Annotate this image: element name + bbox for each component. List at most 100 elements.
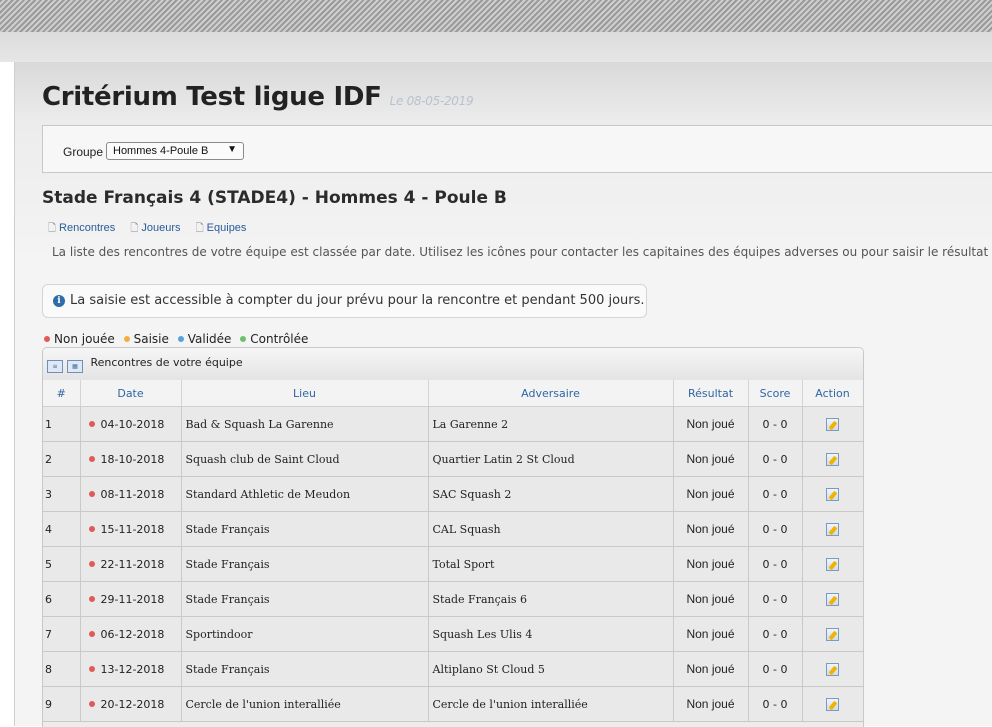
edit-result-icon[interactable] xyxy=(826,697,839,711)
cell-date-text: 22-11-2018 xyxy=(100,557,165,571)
group-select-value: Hommes 4-Poule B xyxy=(113,145,209,157)
cell-action xyxy=(802,651,863,687)
edit-result-icon[interactable] xyxy=(826,557,839,571)
cell-score: 0 - 0 xyxy=(748,406,803,442)
edit-result-icon[interactable] xyxy=(826,487,839,501)
cell-num: 6 xyxy=(43,581,81,617)
link-equipes[interactable]: 🗋 Equipes xyxy=(196,222,247,234)
cell-date-text: 06-12-2018 xyxy=(100,627,165,641)
col-lieu[interactable]: Lieu xyxy=(181,380,429,407)
cell-date: 08-11-2018 xyxy=(80,476,182,512)
red-dot-icon xyxy=(44,336,50,342)
edit-result-icon[interactable] xyxy=(826,417,839,431)
cell-lieu: Standard Athletic de Meudon xyxy=(181,476,429,512)
status-dot-icon xyxy=(88,630,95,637)
col-score[interactable]: Score xyxy=(748,380,803,407)
table-row[interactable]: 3 08-11-2018 Standard Athletic de Meudon SA… xyxy=(43,476,863,512)
cell-action xyxy=(802,616,863,652)
cell-resultat: Non joué xyxy=(673,441,749,477)
table-row[interactable]: 6 29-11-2018 Stade Français Stade Français … xyxy=(43,581,863,617)
cell-date: 04-10-2018 xyxy=(80,406,182,442)
cell-lieu: Squash club de Saint Cloud xyxy=(181,441,429,477)
cell-adversaire: Squash Les Ulis 4 xyxy=(428,616,674,652)
col-date[interactable]: Date xyxy=(80,380,182,407)
status-legend: Non jouée Saisie Validée Contrôlée xyxy=(42,332,311,346)
cell-date: 18-10-2018 xyxy=(80,441,182,477)
col-adversaire[interactable]: Adversaire xyxy=(428,380,674,407)
table-row[interactable]: 9 20-12-2018 Cercle de l'union interalliée… xyxy=(43,686,863,722)
status-dot-icon xyxy=(88,665,95,672)
status-dot-icon xyxy=(88,700,95,707)
legend-validee: Validée xyxy=(176,332,231,346)
cell-lieu: Cercle de l'union interalliée xyxy=(181,686,429,722)
cell-action xyxy=(802,511,863,547)
team-title: Stade Français 4 (STADE4) - Hommes 4 - P… xyxy=(42,188,507,208)
table-header-row: # Date Lieu Adversaire Résultat Score Ac… xyxy=(43,380,863,407)
cell-resultat: Non joué xyxy=(673,476,749,512)
cell-resultat: Non joué xyxy=(673,686,749,722)
cell-adversaire: La Garenne 2 xyxy=(428,406,674,442)
cell-resultat: Non joué xyxy=(673,546,749,582)
edit-result-icon[interactable] xyxy=(826,592,839,606)
table-row[interactable]: 8 13-12-2018 Stade Français Altiplano St Cl… xyxy=(43,651,863,687)
cell-resultat: Non joué xyxy=(673,651,749,687)
status-dot-icon xyxy=(88,525,95,532)
status-dot-icon xyxy=(88,455,95,462)
cell-action xyxy=(802,581,863,617)
cell-lieu: Stade Français xyxy=(181,546,429,582)
col-num[interactable]: # xyxy=(43,380,81,407)
page-title-text: Critérium Test ligue IDF xyxy=(42,82,382,112)
cell-date: 22-11-2018 xyxy=(80,546,182,582)
list-view-icon[interactable]: ≡ xyxy=(47,360,63,373)
cell-date-text: 20-12-2018 xyxy=(100,697,165,711)
cell-num: 9 xyxy=(43,686,81,722)
group-label: Groupe xyxy=(63,145,104,159)
cell-lieu: Sportindoor xyxy=(181,616,429,652)
grid-caption: ≡ ▦ Rencontres de votre équipe xyxy=(43,348,863,380)
link-rencontres[interactable]: 🗋 Rencontres xyxy=(48,222,115,234)
cell-date-text: 15-11-2018 xyxy=(100,522,165,536)
edit-result-icon[interactable] xyxy=(826,662,839,676)
table-row[interactable]: 4 15-11-2018 Stade Français CAL Squash Non j… xyxy=(43,511,863,547)
status-dot-icon xyxy=(88,560,95,567)
cell-num: 1 xyxy=(43,406,81,442)
table-row[interactable]: 7 06-12-2018 Sportindoor Squash Les Ulis 4N… xyxy=(43,616,863,652)
cell-adversaire: Total Sport xyxy=(428,546,674,582)
edit-result-icon[interactable] xyxy=(826,452,839,466)
cell-num: 8 xyxy=(43,651,81,687)
matches-grid: ≡ ▦ Rencontres de votre équipe # Date Lie… xyxy=(42,347,864,727)
cell-date-text: 18-10-2018 xyxy=(100,452,165,466)
document-icon: 🗋 xyxy=(48,223,57,234)
intro-text: La liste des rencontres de votre équipe … xyxy=(52,245,992,259)
col-resultat[interactable]: Résultat xyxy=(673,380,749,407)
legend-saisie: Saisie xyxy=(122,332,169,346)
cell-adversaire: SAC Squash 2 xyxy=(428,476,674,512)
status-dot-icon xyxy=(88,490,95,497)
group-select[interactable]: Hommes 4-Poule B ▼ xyxy=(106,142,244,160)
cell-score: 0 - 0 xyxy=(748,651,803,687)
group-filter-box: Groupe Hommes 4-Poule B ▼ xyxy=(42,125,992,173)
document-icon: 🗋 xyxy=(130,223,139,234)
blue-dot-icon xyxy=(177,336,184,342)
calendar-icon[interactable]: ▦ xyxy=(67,360,83,373)
cell-score: 0 - 0 xyxy=(748,511,803,547)
cell-score: 0 - 0 xyxy=(748,616,803,652)
edit-result-icon[interactable] xyxy=(826,522,839,536)
cell-action xyxy=(802,686,863,722)
cell-action xyxy=(802,476,863,512)
table-row[interactable]: 5 22-11-2018 Stade Français Total Sport Non … xyxy=(43,546,863,582)
edit-result-icon[interactable] xyxy=(826,627,839,641)
table-row[interactable]: 1 04-10-2018 Bad & Squash La Garenne La Gar… xyxy=(43,406,863,442)
chevron-down-icon: ▼ xyxy=(227,144,237,155)
cell-resultat: Non joué xyxy=(673,511,749,547)
info-icon: i xyxy=(53,295,65,307)
table-row[interactable]: 2 18-10-2018 Squash club de Saint Cloud Qua… xyxy=(43,441,863,477)
cell-date: 29-11-2018 xyxy=(80,581,182,617)
document-icon: 🗋 xyxy=(195,223,204,234)
link-joueurs[interactable]: 🗋 Joueurs xyxy=(130,222,180,234)
col-action[interactable]: Action xyxy=(802,380,863,407)
cell-score: 0 - 0 xyxy=(748,581,803,617)
page-date: Le 08-05-2019 xyxy=(389,94,474,108)
cell-date: 20-12-2018 xyxy=(80,686,182,722)
cell-date: 06-12-2018 xyxy=(80,616,182,652)
